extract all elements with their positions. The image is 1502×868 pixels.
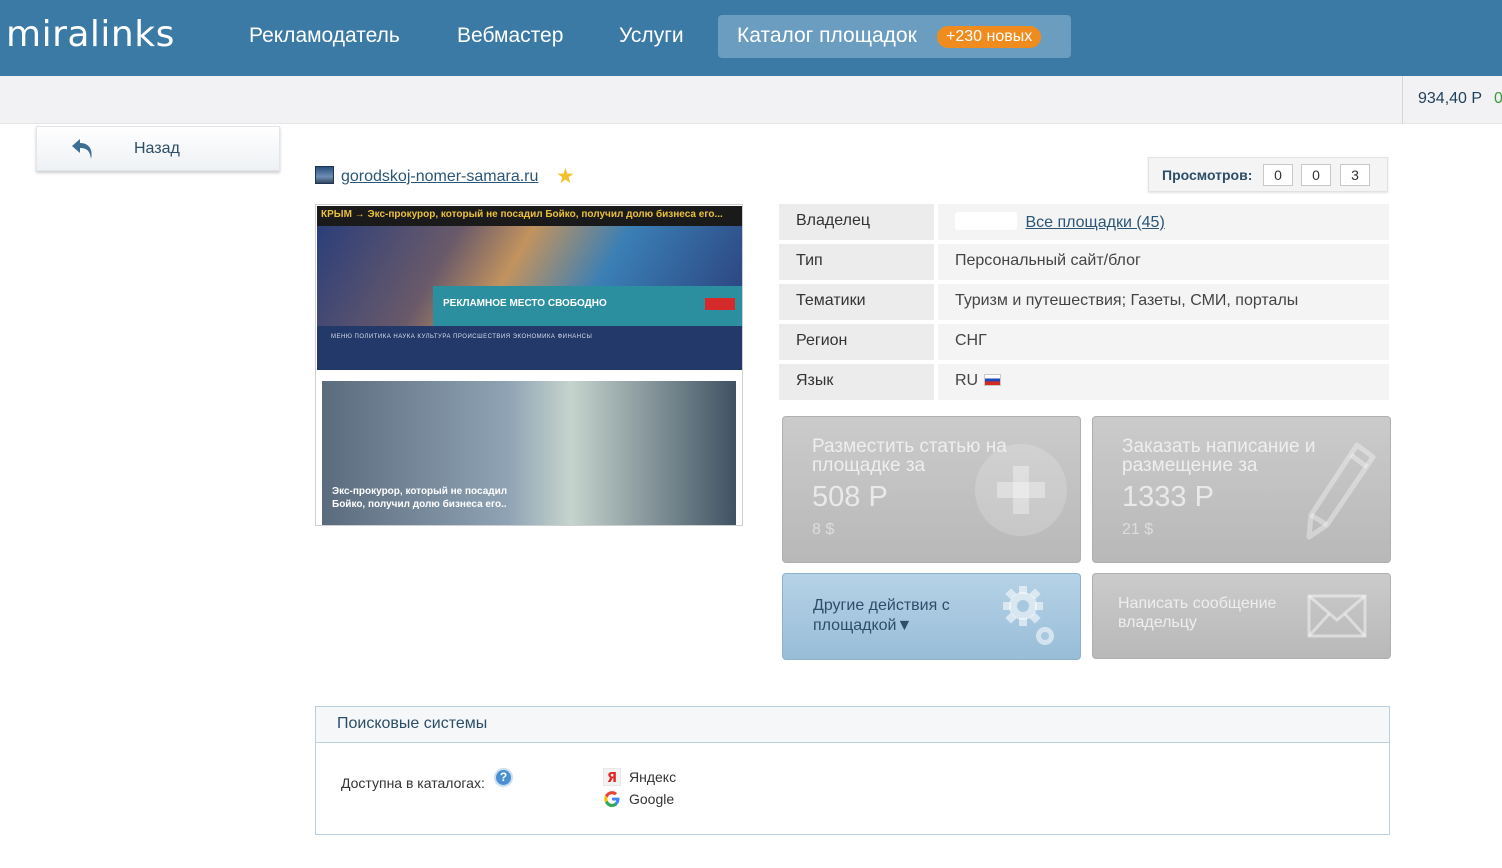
nav-site-catalog-label: Каталог площадок bbox=[737, 24, 917, 47]
info-key: Регион bbox=[779, 324, 934, 360]
envelope-icon bbox=[1307, 594, 1367, 638]
order-writing-price: 1333 Р bbox=[1122, 481, 1214, 513]
message-owner-title: Написать сообщение владельцу bbox=[1118, 595, 1277, 631]
message-owner-button[interactable]: Написать сообщение владельцу bbox=[1092, 573, 1391, 659]
new-sites-badge: +230 новых bbox=[937, 26, 1042, 48]
place-article-button[interactable]: Разместить статью на площадке за 508 Р 8… bbox=[782, 416, 1081, 563]
owner-all-sites-link[interactable]: Все площадки (45) bbox=[1025, 214, 1164, 231]
svg-text:Я: Я bbox=[607, 771, 617, 786]
yandex-icon: Я bbox=[603, 768, 621, 786]
search-systems-title: Поисковые системы bbox=[337, 715, 488, 732]
other-actions-button[interactable]: Другие действия с площадкой▼ bbox=[782, 573, 1081, 660]
preview-ad-badge bbox=[705, 298, 735, 310]
info-value: Все площадки (45) bbox=[938, 204, 1389, 240]
site-url-link[interactable]: gorodskoj-nomer-samara.ru bbox=[341, 168, 538, 186]
info-row-topics: Тематики Туризм и путешествия; Газеты, С… bbox=[779, 284, 1389, 320]
account-subbar: 934,40 Р 0 bbox=[0, 76, 1502, 124]
google-label: Google bbox=[629, 791, 675, 807]
info-row-owner: Владелец Все площадки (45) bbox=[779, 204, 1389, 240]
preview-menu: МЕНЮ ПОЛИТИКА НАУКА КУЛЬТУРА ПРОИСШЕСТВИ… bbox=[317, 326, 742, 370]
preview-header: КРЫМ → Экс-прокурор, который не посадил … bbox=[317, 206, 742, 226]
preview-ad-text: РЕКЛАМНОЕ МЕСТО СВОБОДНО bbox=[443, 298, 607, 309]
site-screenshot-preview[interactable]: КРЫМ → Экс-прокурор, который не посадил … bbox=[315, 204, 743, 526]
search-systems-header: Поисковые системы bbox=[316, 707, 1389, 743]
balance-secondary[interactable]: 0 bbox=[1494, 90, 1502, 108]
views-count-2: 0 bbox=[1301, 164, 1331, 186]
back-button-label: Назад bbox=[134, 140, 180, 157]
nav-webmaster[interactable]: Вебмастер bbox=[457, 24, 563, 48]
favorite-star-icon[interactable]: ★ bbox=[556, 164, 575, 189]
russia-flag-icon bbox=[984, 374, 1002, 386]
google-icon bbox=[604, 791, 620, 807]
info-value: Персональный сайт/блог bbox=[938, 244, 1389, 280]
site-favicon-icon bbox=[315, 166, 334, 184]
other-actions-title: Другие действия с площадкой▼ bbox=[813, 597, 950, 634]
nav-advertiser[interactable]: Рекламодатель bbox=[249, 24, 400, 48]
miralinks-logo[interactable]: miralinks bbox=[6, 14, 175, 55]
preview-menu-text: МЕНЮ ПОЛИТИКА НАУКА КУЛЬТУРА ПРОИСШЕСТВИ… bbox=[331, 334, 593, 340]
preview-banner: РЕКЛАМНОЕ МЕСТО СВОБОДНО bbox=[317, 226, 742, 326]
preview-ad-block: РЕКЛАМНОЕ МЕСТО СВОБОДНО bbox=[433, 286, 742, 326]
help-icon[interactable]: ? bbox=[494, 768, 513, 787]
preview-body-text: Экс-прокурор, который не посадил Бойко, … bbox=[332, 486, 508, 510]
info-value: RU bbox=[938, 364, 1389, 400]
preview-header-text: КРЫМ → Экс-прокурор, который не посадил … bbox=[321, 209, 723, 220]
info-value: СНГ bbox=[938, 324, 1389, 360]
account-balance[interactable]: 934,40 Р bbox=[1418, 90, 1482, 108]
owner-name-redacted bbox=[955, 212, 1017, 230]
views-count-1: 0 bbox=[1263, 164, 1293, 186]
views-count-3: 3 bbox=[1340, 164, 1370, 186]
order-writing-title: Заказать написание и размещение за bbox=[1122, 436, 1316, 476]
views-label: Просмотров: bbox=[1162, 167, 1253, 183]
views-counter: Просмотров: 0 0 3 bbox=[1148, 157, 1388, 192]
info-row-type: Тип Персональный сайт/блог bbox=[779, 244, 1389, 280]
nav-services[interactable]: Услуги bbox=[619, 24, 684, 48]
info-value: Туризм и путешествия; Газеты, СМИ, порта… bbox=[938, 284, 1389, 320]
place-article-title: Разместить статью на площадке за bbox=[812, 436, 1007, 476]
preview-body-image: Экс-прокурор, который не посадил Бойко, … bbox=[322, 381, 736, 525]
top-navigation-bar: miralinks Рекламодатель Вебмастер Услуги… bbox=[0, 0, 1502, 76]
search-systems-panel: Поисковые системы Доступна в каталогах: … bbox=[315, 706, 1390, 835]
yandex-label: Яндекс bbox=[629, 769, 677, 785]
info-key: Владелец bbox=[779, 204, 934, 240]
info-row-language: Язык RU bbox=[779, 364, 1389, 400]
language-code: RU bbox=[955, 372, 979, 389]
info-key: Тип bbox=[779, 244, 934, 280]
place-article-usd: 8 $ bbox=[812, 521, 835, 538]
place-article-price: 508 Р bbox=[812, 481, 888, 513]
back-button[interactable]: Назад bbox=[36, 126, 280, 171]
info-row-region: Регион СНГ bbox=[779, 324, 1389, 360]
order-writing-button[interactable]: Заказать написание и размещение за 1333 … bbox=[1092, 416, 1391, 563]
info-key: Язык bbox=[779, 364, 934, 400]
info-key: Тематики bbox=[779, 284, 934, 320]
back-arrow-icon bbox=[72, 139, 92, 159]
gears-icon bbox=[1003, 586, 1054, 645]
nav-site-catalog[interactable]: Каталог площадок +230 новых bbox=[718, 15, 1071, 58]
available-in-catalogs-label: Доступна в каталогах: bbox=[341, 775, 485, 791]
order-writing-usd: 21 $ bbox=[1122, 521, 1154, 538]
balance-divider bbox=[1402, 76, 1403, 124]
